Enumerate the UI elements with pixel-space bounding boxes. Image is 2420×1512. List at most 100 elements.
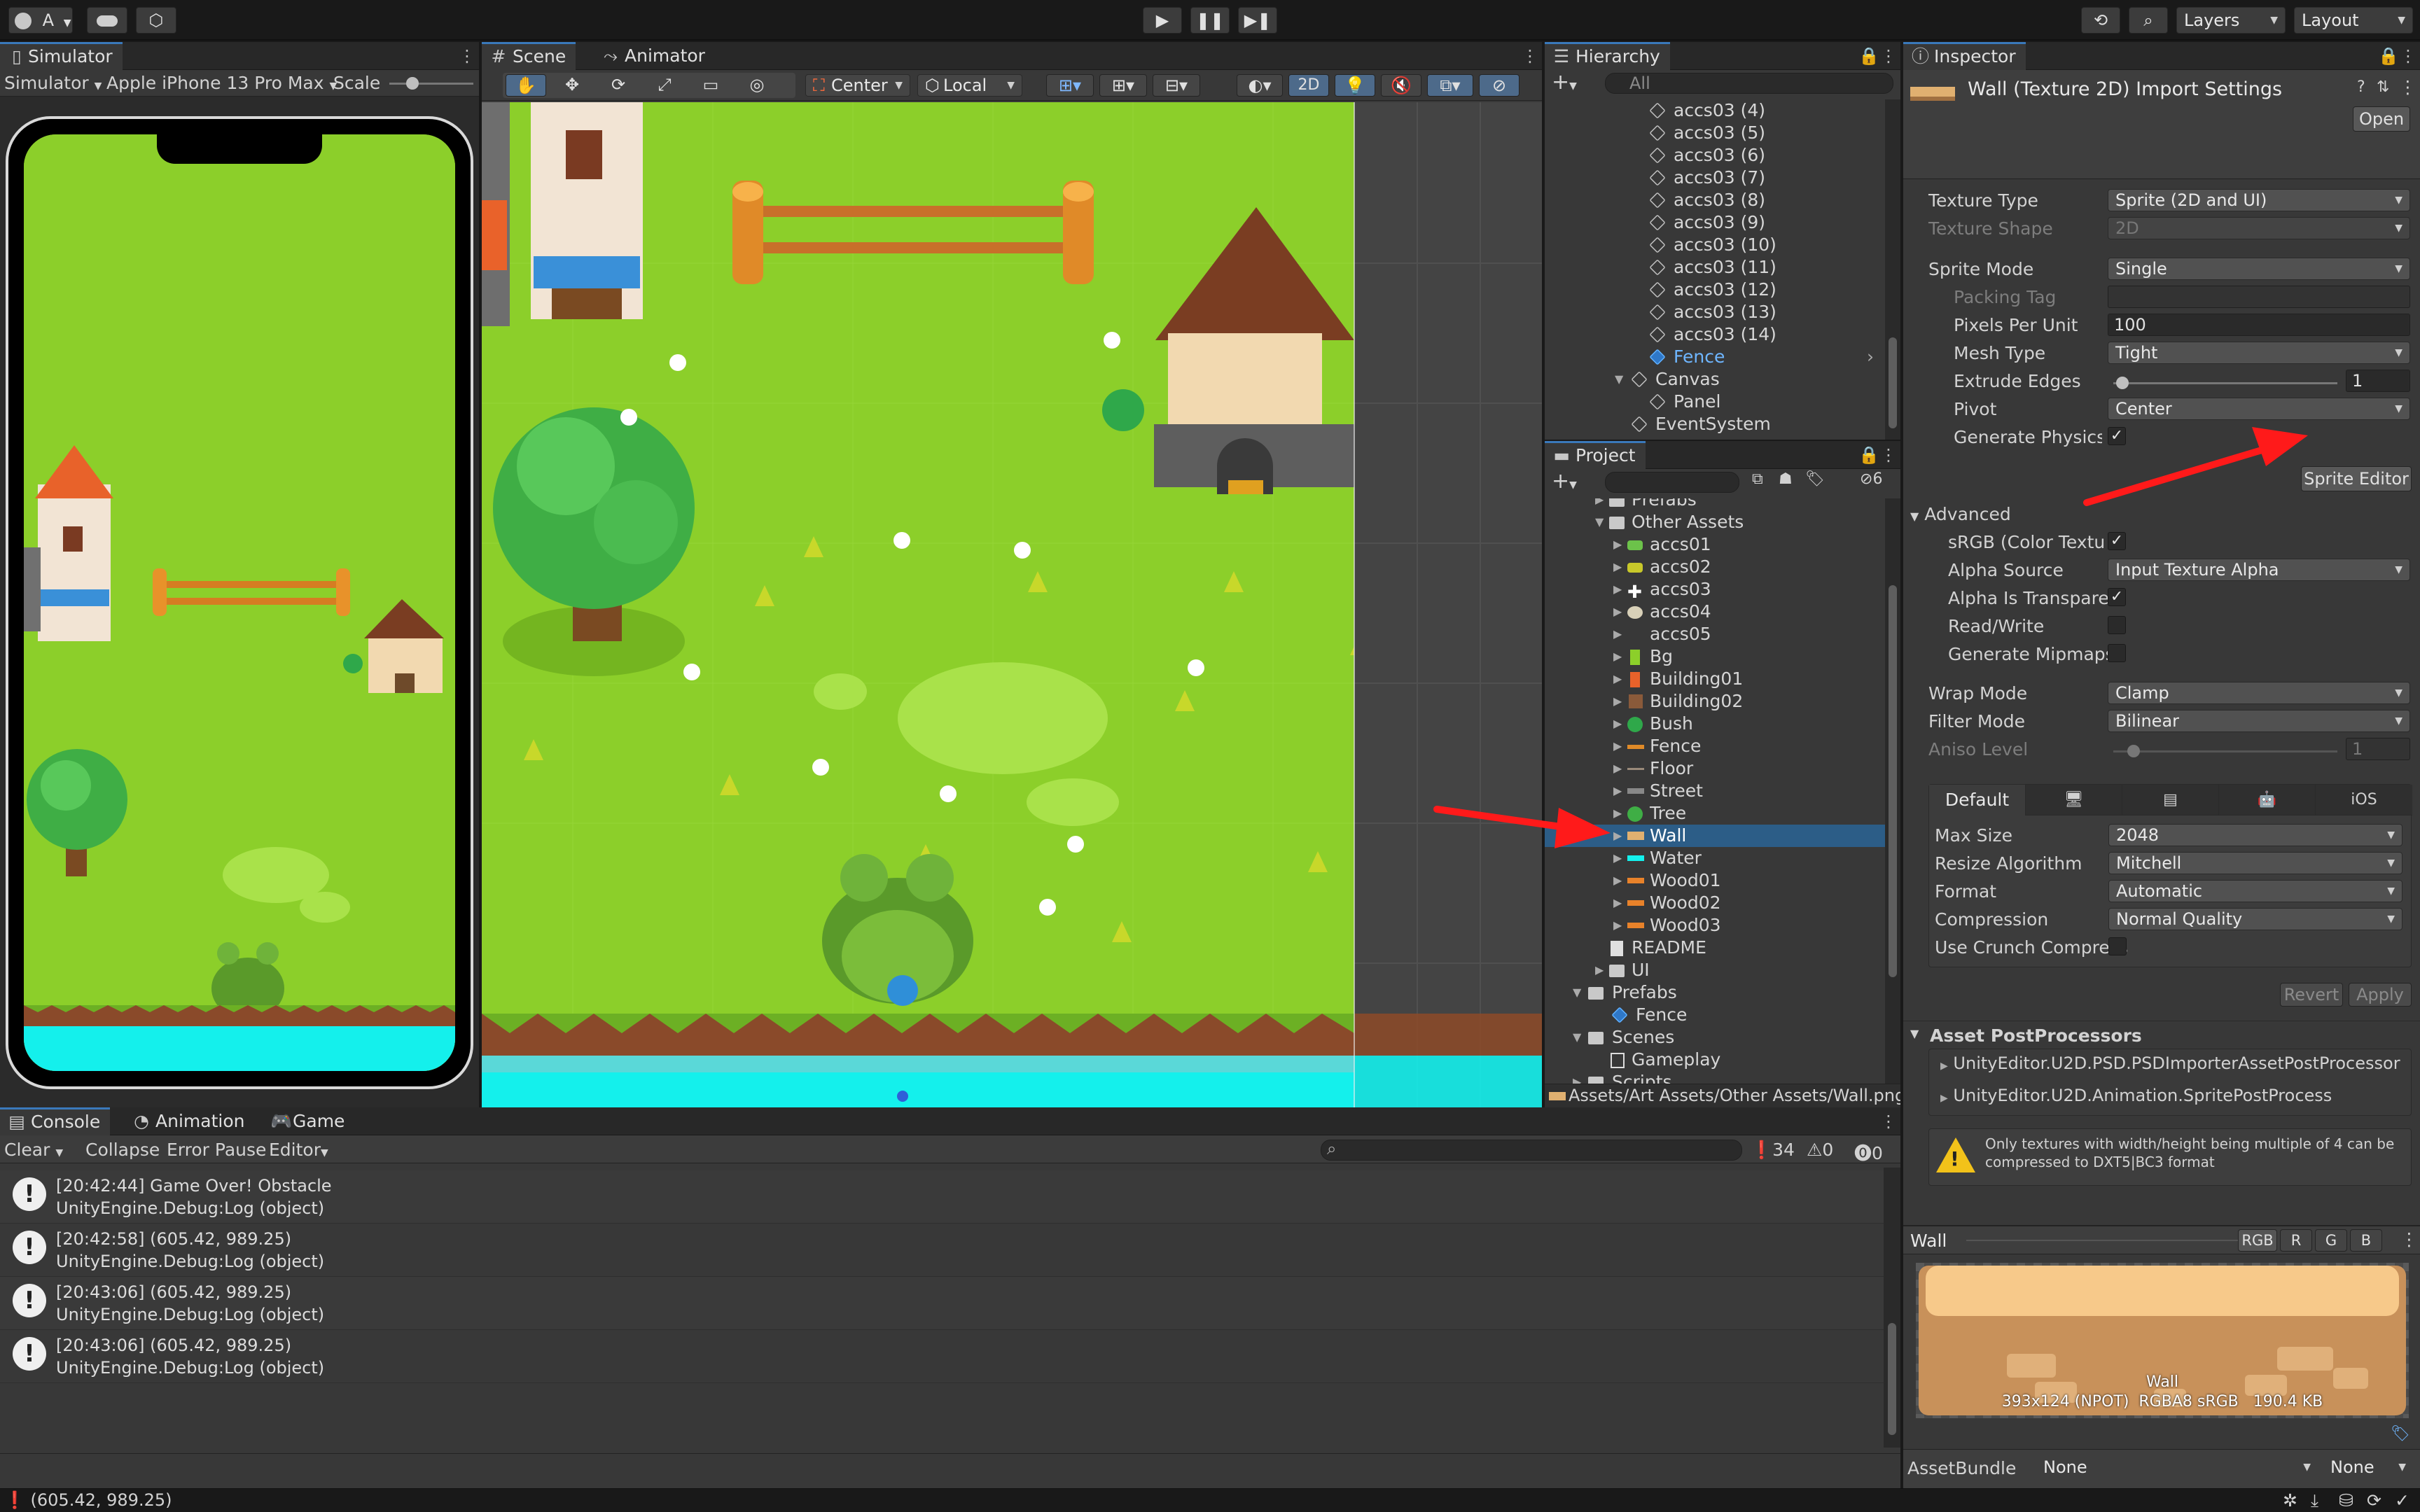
mipmaps-checkbox[interactable]	[2108, 644, 2126, 662]
project-item-readme[interactable]: README	[1545, 937, 1886, 959]
history-button[interactable]: ⟲	[2081, 7, 2120, 34]
channel-r-button[interactable]: R	[2280, 1229, 2312, 1252]
read-write-checkbox[interactable]	[2108, 616, 2126, 634]
channel-rgb-button[interactable]: RGB	[2238, 1229, 2277, 1252]
hierarchy-scrollbar[interactable]	[1885, 99, 1900, 440]
effects-button[interactable]: ⧉▾	[1427, 74, 1473, 97]
inspector-menu-button[interactable]: ⋮	[2399, 42, 2417, 70]
auto-refresh-icon[interactable]: ⟳	[2367, 1490, 2381, 1511]
project-item-folder[interactable]: ▶ UI	[1545, 959, 1886, 981]
postprocessor-item[interactable]: ▶ UnityEditor.U2D.PSD.PSDImporterAssetPo…	[1940, 1054, 2400, 1073]
status-message[interactable]: ❗ (605.42, 989.25)	[4, 1490, 172, 1510]
simulator-mode-dropdown[interactable]: Simulator ▼	[4, 73, 102, 93]
platform-tab-android[interactable]: 🤖	[2219, 785, 2316, 816]
project-item[interactable]: ▶ Building02	[1545, 690, 1886, 713]
project-item[interactable]: ▶ accs04	[1545, 601, 1886, 623]
tag-icon[interactable]: 🏷	[1805, 470, 1825, 488]
tab-animator[interactable]: ⤳ Animator	[594, 42, 715, 70]
help-icon[interactable]: ?	[2357, 78, 2365, 96]
texture-type-dropdown[interactable]: Sprite (2D and UI)	[2108, 189, 2410, 211]
project-item[interactable]: ▶ Water	[1545, 847, 1886, 869]
step-button[interactable]: ▶❚	[1238, 7, 1277, 34]
tab-console[interactable]: ▤ Console	[0, 1107, 111, 1135]
srgb-checkbox[interactable]: ✓	[2108, 532, 2126, 550]
channel-b-button[interactable]: B	[2350, 1229, 2382, 1252]
rotate-tool-button[interactable]: ⟳	[598, 74, 639, 97]
hierarchy-item[interactable]: accs03 (9)	[1545, 211, 1888, 234]
pivot-dropdown-inspector[interactable]: Center	[2108, 398, 2410, 420]
project-item[interactable]: ▶ ✚ accs03	[1545, 578, 1886, 602]
hierarchy-menu-button[interactable]: ⋮	[1879, 42, 1898, 70]
hierarchy-item[interactable]: accs03 (12)	[1545, 279, 1888, 301]
log-entry[interactable]: ! [20:42:58] (605.42, 989.25) UnityEngine.…	[0, 1224, 1884, 1277]
filter-mode-dropdown[interactable]: Bilinear	[2108, 710, 2410, 732]
hierarchy-item-panel[interactable]: Panel	[1545, 391, 1888, 413]
platform-tab-ios[interactable]: iOS	[2316, 785, 2412, 816]
open-button[interactable]: Open	[2353, 106, 2410, 132]
project-item[interactable]: ▶ Floor	[1545, 757, 1886, 780]
hand-tool-button[interactable]: ✋	[506, 74, 546, 97]
postprocessor-item[interactable]: ▶ UnityEditor.U2D.Animation.SpritePostPr…	[1940, 1086, 2332, 1105]
hierarchy-item[interactable]: accs03 (5)	[1545, 122, 1888, 144]
lock-icon[interactable]: 🔒	[2378, 42, 2399, 70]
sprite-mode-dropdown[interactable]: Single	[2108, 258, 2410, 280]
console-search-input[interactable]: ⌕	[1321, 1139, 1742, 1161]
tab-hierarchy[interactable]: ☰ Hierarchy	[1545, 42, 1670, 70]
account-dropdown[interactable]: A ▼	[8, 7, 73, 34]
tab-animation[interactable]: ◔ Animation	[125, 1107, 254, 1135]
project-item-prefab[interactable]: Fence	[1545, 1004, 1886, 1026]
info-count-toggle[interactable]: ❗34	[1751, 1140, 1795, 1161]
project-item[interactable]: ▶ accs01	[1545, 533, 1886, 556]
editor-dropdown[interactable]: Editor▼	[269, 1140, 328, 1160]
hierarchy-item[interactable]: accs03 (14)	[1545, 323, 1888, 346]
hierarchy-item[interactable]: accs03 (13)	[1545, 301, 1888, 323]
cache-icon[interactable]: ⛁	[2339, 1490, 2353, 1511]
grid-snap-button[interactable]: ⊞▾	[1046, 74, 1094, 97]
mode-2d-button[interactable]: 2D	[1288, 74, 1329, 97]
crunch-checkbox[interactable]	[2108, 937, 2127, 955]
transform-tool-button[interactable]: ◎	[737, 74, 777, 97]
scale-slider-handle[interactable]	[406, 77, 419, 90]
scale-tool-button[interactable]: ⤢	[644, 74, 685, 97]
search-button[interactable]: ⌕	[2129, 7, 2168, 34]
alpha-source-dropdown[interactable]: Input Texture Alpha	[2108, 559, 2410, 581]
mesh-type-dropdown[interactable]: Tight	[2108, 342, 2410, 364]
hierarchy-item[interactable]: accs03 (7)	[1545, 167, 1888, 189]
project-item[interactable]: ▶ Bg	[1545, 645, 1886, 668]
tab-scene[interactable]: # Scene	[482, 42, 576, 70]
preset-icon[interactable]: ⇅	[2377, 78, 2389, 96]
scale-slider[interactable]	[389, 77, 473, 90]
extrude-slider[interactable]	[2113, 377, 2337, 389]
draw-mode-button[interactable]: ◐▾	[1237, 74, 1283, 97]
packing-tag-input[interactable]	[2108, 286, 2410, 308]
device-screen[interactable]	[24, 134, 455, 1071]
postprocessors-header[interactable]: ▼ Asset PostProcessors	[1903, 1021, 2420, 1049]
project-item-wall[interactable]: ▶ Wall	[1545, 825, 1886, 847]
project-item[interactable]: ▶ Wood01	[1545, 869, 1886, 892]
lock-icon[interactable]: 🔒	[1858, 42, 1879, 70]
move-tool-button[interactable]: ✥	[552, 74, 592, 97]
inspector-item-menu[interactable]: ⋮	[2399, 77, 2416, 97]
hierarchy-item[interactable]: accs03 (8)	[1545, 189, 1888, 211]
project-item[interactable]: ▶ Wood02	[1545, 892, 1886, 914]
pivot-dropdown[interactable]: ⛶ Center	[805, 74, 910, 97]
alpha-transparency-checkbox[interactable]: ✓	[2108, 588, 2126, 606]
lock-icon[interactable]: 🔒	[1858, 441, 1879, 469]
extrude-input[interactable]: 1	[2346, 370, 2410, 392]
progress-icon[interactable]: ⤓	[2311, 1490, 2318, 1511]
hierarchy-item[interactable]: accs03 (4)	[1545, 99, 1888, 122]
project-item-scene[interactable]: Gameplay	[1545, 1049, 1886, 1071]
advanced-foldout[interactable]: ▼ Advanced	[1910, 504, 2011, 524]
console-menu-button[interactable]: ⋮	[1879, 1107, 1898, 1135]
log-entry[interactable]: ! [20:43:06] (605.42, 989.25) UnityEngine.…	[0, 1277, 1884, 1330]
cloud-button[interactable]	[87, 7, 127, 34]
console-scrollbar[interactable]	[1884, 1168, 1900, 1448]
project-item[interactable]: ▶ Wood03	[1545, 914, 1886, 937]
project-item[interactable]: ▶ Bush	[1545, 713, 1886, 735]
format-dropdown[interactable]: Automatic	[2108, 880, 2402, 902]
space-dropdown[interactable]: ⬡ Local	[917, 74, 1022, 97]
search-by-label-icon[interactable]: ☗	[1779, 470, 1793, 488]
compression-dropdown[interactable]: Normal Quality	[2108, 908, 2402, 930]
tab-game[interactable]: 🎮 Game	[262, 1107, 354, 1135]
scene-menu-button[interactable]: ⋮	[1521, 42, 1539, 70]
